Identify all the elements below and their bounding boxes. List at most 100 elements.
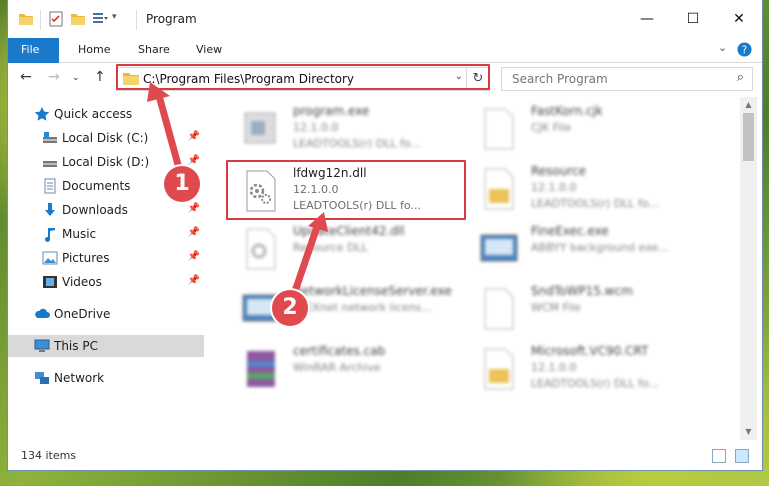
sidebar-item-network[interactable]: Network	[8, 367, 204, 389]
sidebar-item-quick-access[interactable]: Quick access	[8, 103, 204, 125]
sidebar-item-label: Downloads	[62, 203, 128, 217]
sidebar-item-label: Network	[54, 371, 105, 385]
drive-icon	[43, 132, 57, 143]
network-icon	[35, 372, 49, 384]
file-version: Resource DLL	[293, 241, 368, 254]
file-version: FLEXnet network licens...	[293, 301, 432, 314]
file-name: Microsoft.VC90.CRT	[531, 344, 649, 358]
folder-icon[interactable]	[18, 11, 34, 27]
file-name: Resource	[531, 164, 587, 178]
close-button[interactable]: ✕	[716, 0, 762, 38]
folder-icon	[484, 168, 514, 210]
sidebar-item-this-pc[interactable]: This PC	[8, 335, 204, 357]
sidebar-item-onedrive[interactable]: OneDrive	[8, 303, 204, 325]
details-view-icon[interactable]	[712, 449, 726, 463]
step-2-badge: 2	[272, 290, 308, 326]
file-name: FineExec.exe	[531, 224, 609, 238]
file-version: WCM File	[531, 301, 581, 314]
minimize-button[interactable]: —	[624, 0, 670, 38]
list-item[interactable]: certificates.cab WinRAR Archive	[233, 341, 473, 397]
sidebar-item-label: Videos	[62, 275, 102, 289]
file-list: program.exe 12.1.0.0 LEADTOOLS(r) DLL fo…	[205, 97, 740, 440]
scroll-down-icon[interactable]: ▼	[740, 424, 757, 440]
list-item[interactable]: NetworkLicenseServer.exe FLEXnet network…	[233, 281, 473, 337]
vertical-scrollbar[interactable]: ▲ ▼	[740, 97, 757, 440]
scroll-up-icon[interactable]: ▲	[740, 97, 757, 113]
forward-arrow-icon[interactable]: →	[48, 69, 60, 85]
pictures-icon	[42, 251, 58, 265]
qa-dropdown-icon[interactable]: ▾	[112, 12, 117, 22]
sidebar-item-label: Pictures	[62, 251, 110, 265]
title-separator	[136, 10, 137, 30]
generic-file-icon	[484, 108, 514, 150]
computer-icon	[34, 339, 50, 352]
cloud-icon	[35, 308, 50, 318]
pin-icon[interactable]: 📌	[188, 227, 200, 238]
back-arrow-icon[interactable]: ←	[20, 69, 32, 85]
list-item[interactable]: FastKorn.cjk CJK File	[471, 101, 711, 157]
sidebar-item-label: Local Disk (D:)	[62, 155, 150, 169]
up-arrow-icon[interactable]: ↑	[94, 69, 106, 85]
sidebar-item-pictures[interactable]: Pictures 📌	[8, 247, 204, 269]
search-icon[interactable]: ⌕	[737, 70, 744, 85]
help-icon[interactable]: ?	[737, 42, 752, 57]
search-input[interactable]	[510, 71, 714, 87]
title-bar: ▾ Program — ☐ ✕	[8, 0, 762, 38]
list-item[interactable]: FineExec.exe ABBYY background exe...	[471, 221, 711, 277]
sidebar-item-downloads[interactable]: Downloads 📌	[8, 199, 204, 221]
sidebar-item-label: Quick access	[54, 107, 133, 121]
sidebar-item-label: Music	[62, 227, 97, 241]
file-name: FastKorn.cjk	[531, 104, 603, 118]
large-icons-view-icon[interactable]	[735, 449, 749, 463]
item-count: 134 items	[21, 449, 77, 462]
file-description: LEADTOOLS(r) DLL fo...	[293, 137, 421, 150]
file-version: WinRAR Archive	[293, 361, 381, 374]
svg-text:?: ?	[742, 44, 747, 56]
window-title: Program	[146, 12, 197, 26]
new-folder-icon[interactable]	[70, 11, 86, 27]
file-description: LEADTOOLS(r) DLL fo...	[531, 197, 659, 210]
maximize-button[interactable]: ☐	[670, 0, 716, 38]
archive-icon	[247, 351, 275, 387]
tab-view[interactable]: View	[182, 38, 236, 62]
pin-icon[interactable]: 📌	[188, 275, 200, 286]
search-box[interactable]: ⌕	[501, 67, 753, 91]
list-item[interactable]: UpdateClient42.dll Resource DLL	[233, 221, 473, 277]
properties-icon[interactable]	[48, 11, 64, 27]
pin-icon[interactable]: 📌	[188, 155, 200, 166]
star-icon	[34, 107, 50, 121]
documents-icon	[44, 178, 56, 194]
folder-icon	[484, 348, 514, 390]
scrollbar-thumb[interactable]	[743, 113, 754, 161]
exe-file-icon	[244, 112, 276, 144]
pin-icon[interactable]: 📌	[188, 251, 200, 262]
file-version: 12.1.0.0	[293, 121, 339, 134]
file-name: UpdateClient42.dll	[293, 224, 405, 238]
file-version: 12.1.0.0	[531, 361, 577, 374]
sidebar-item-label: Local Disk (C:)	[62, 131, 149, 145]
address-bar-highlight	[116, 64, 490, 90]
recent-locations-chevron-icon[interactable]: ⌄	[72, 73, 80, 83]
pin-icon[interactable]: 📌	[188, 131, 200, 142]
list-item[interactable]: Resource 12.1.0.0 LEADTOOLS(r) DLL fo...	[471, 161, 711, 217]
customize-toolbar-icon[interactable]	[92, 11, 108, 27]
ribbon-expand-icon[interactable]: ⌄	[718, 41, 727, 54]
sidebar-item-local-disk-c[interactable]: Local Disk (C:) 📌	[8, 127, 204, 149]
list-item[interactable]: Microsoft.VC90.CRT 12.1.0.0 LEADTOOLS(r)…	[471, 341, 711, 397]
maximize-icon: ☐	[686, 11, 700, 27]
list-item[interactable]: program.exe 12.1.0.0 LEADTOOLS(r) DLL fo…	[233, 101, 473, 157]
sidebar-item-label: OneDrive	[54, 307, 111, 321]
minimize-icon: —	[640, 11, 654, 27]
list-item[interactable]: SndToWP15.wcm WCM File	[471, 281, 711, 337]
music-icon	[45, 228, 55, 242]
generic-file-icon	[484, 288, 514, 330]
sidebar-item-music[interactable]: Music 📌	[8, 223, 204, 245]
close-icon: ✕	[733, 11, 745, 27]
sidebar-item-label: This PC	[54, 339, 98, 353]
tab-share[interactable]: Share	[124, 38, 184, 62]
tab-home[interactable]: Home	[64, 38, 124, 62]
sidebar-item-videos[interactable]: Videos 📌	[8, 271, 204, 293]
step-1-badge: 1	[164, 166, 200, 202]
pin-icon[interactable]: 📌	[188, 203, 200, 214]
qa-separator	[40, 10, 41, 30]
